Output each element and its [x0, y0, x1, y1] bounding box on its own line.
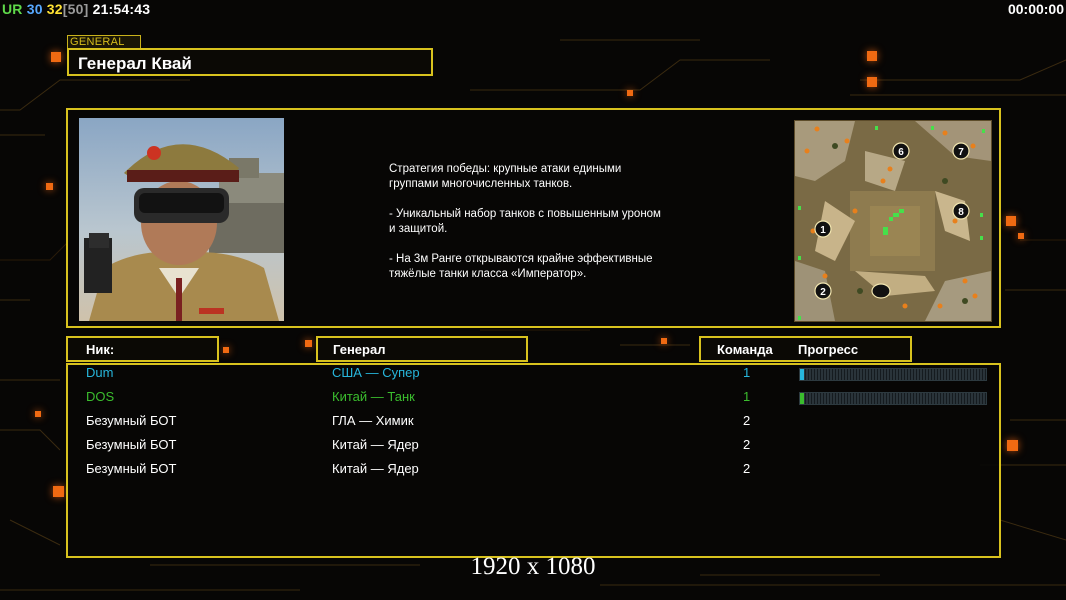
- decor-square: [51, 52, 61, 62]
- player-nick: Безумный БОТ: [86, 437, 177, 452]
- hud-value-2: 32: [46, 1, 63, 17]
- header-nick: Ник:: [66, 336, 219, 362]
- game-timer: 00:00:00: [1007, 1, 1064, 17]
- player-team: 1: [743, 389, 751, 404]
- fps-clock-hud: UR 30 32[50] 21:54:43: [2, 1, 150, 17]
- player-general: Китай — Ядер: [332, 437, 419, 452]
- header-team-label: Команда: [717, 342, 773, 357]
- map-preview: 1 2 6 7 8: [794, 120, 992, 322]
- player-row[interactable]: Безумный БОТ ГЛА — Химик 2: [0, 413, 1066, 433]
- map-start-position-2: 2: [820, 287, 826, 298]
- general-portrait-image: [84, 144, 284, 321]
- decor-square: [867, 77, 877, 87]
- general-description: Стратегия победы: крупные атаки едиными …: [389, 163, 661, 280]
- player-progress-fill: [800, 393, 804, 404]
- decor-square: [305, 340, 312, 347]
- player-general: США — Супер: [332, 365, 420, 380]
- player-nick: Безумный БОТ: [86, 413, 177, 428]
- decor-square: [867, 51, 877, 61]
- general-title-box: Генерал Квай: [67, 48, 433, 76]
- general-name: Генерал Квай: [78, 54, 192, 73]
- player-nick: Безумный БОТ: [86, 461, 177, 476]
- player-row[interactable]: DOS Китай — Танк 1: [0, 389, 1066, 409]
- player-general: Китай — Танк: [332, 389, 415, 404]
- hud-value-3: [50]: [62, 1, 89, 17]
- player-team: 2: [743, 413, 751, 428]
- header-general-label: Генерал: [333, 342, 386, 357]
- player-nick: DOS: [86, 389, 115, 404]
- player-row[interactable]: Безумный БОТ Китай — Ядер 2: [0, 437, 1066, 457]
- player-team: 2: [743, 437, 751, 452]
- general-tag-label: GENERAL: [67, 35, 141, 49]
- hud-tag: UR: [2, 1, 23, 17]
- decor-square: [1018, 233, 1024, 239]
- decor-square: [46, 183, 53, 190]
- header-progress-label: Прогресс: [798, 342, 859, 357]
- player-nick: Dum: [86, 365, 114, 380]
- header-general: Генерал: [316, 336, 528, 362]
- decor-square: [223, 347, 229, 353]
- decor-square: [1006, 216, 1016, 226]
- player-progress-bar: [799, 392, 987, 405]
- map-start-position-7: 7: [958, 147, 964, 158]
- map-start-position-1: 1: [820, 225, 826, 236]
- player-team: 2: [743, 461, 751, 476]
- decor-square: [627, 90, 633, 96]
- player-team: 1: [743, 365, 751, 380]
- header-team-progress: Команда Прогресс: [699, 336, 912, 362]
- player-progress-bar: [799, 368, 987, 381]
- general-portrait: [79, 118, 284, 321]
- map-start-position-8: 8: [958, 207, 964, 218]
- decor-square: [53, 486, 64, 497]
- player-progress-fill: [800, 369, 804, 380]
- resolution-overlay: 1920 x 1080: [470, 553, 596, 580]
- player-general: Китай — Ядер: [332, 461, 419, 476]
- hud-value-1: 30: [26, 1, 43, 17]
- player-row[interactable]: Безумный БОТ Китай — Ядер 2: [0, 461, 1066, 481]
- hud-clock: 21:54:43: [92, 1, 151, 17]
- player-row[interactable]: Dum США — Супер 1: [0, 365, 1066, 385]
- map-preview-image: 1 2 6 7 8: [795, 121, 991, 321]
- header-nick-label: Ник:: [86, 342, 115, 357]
- map-start-position-6: 6: [898, 147, 904, 158]
- decor-square: [661, 338, 667, 344]
- player-general: ГЛА — Химик: [332, 413, 414, 428]
